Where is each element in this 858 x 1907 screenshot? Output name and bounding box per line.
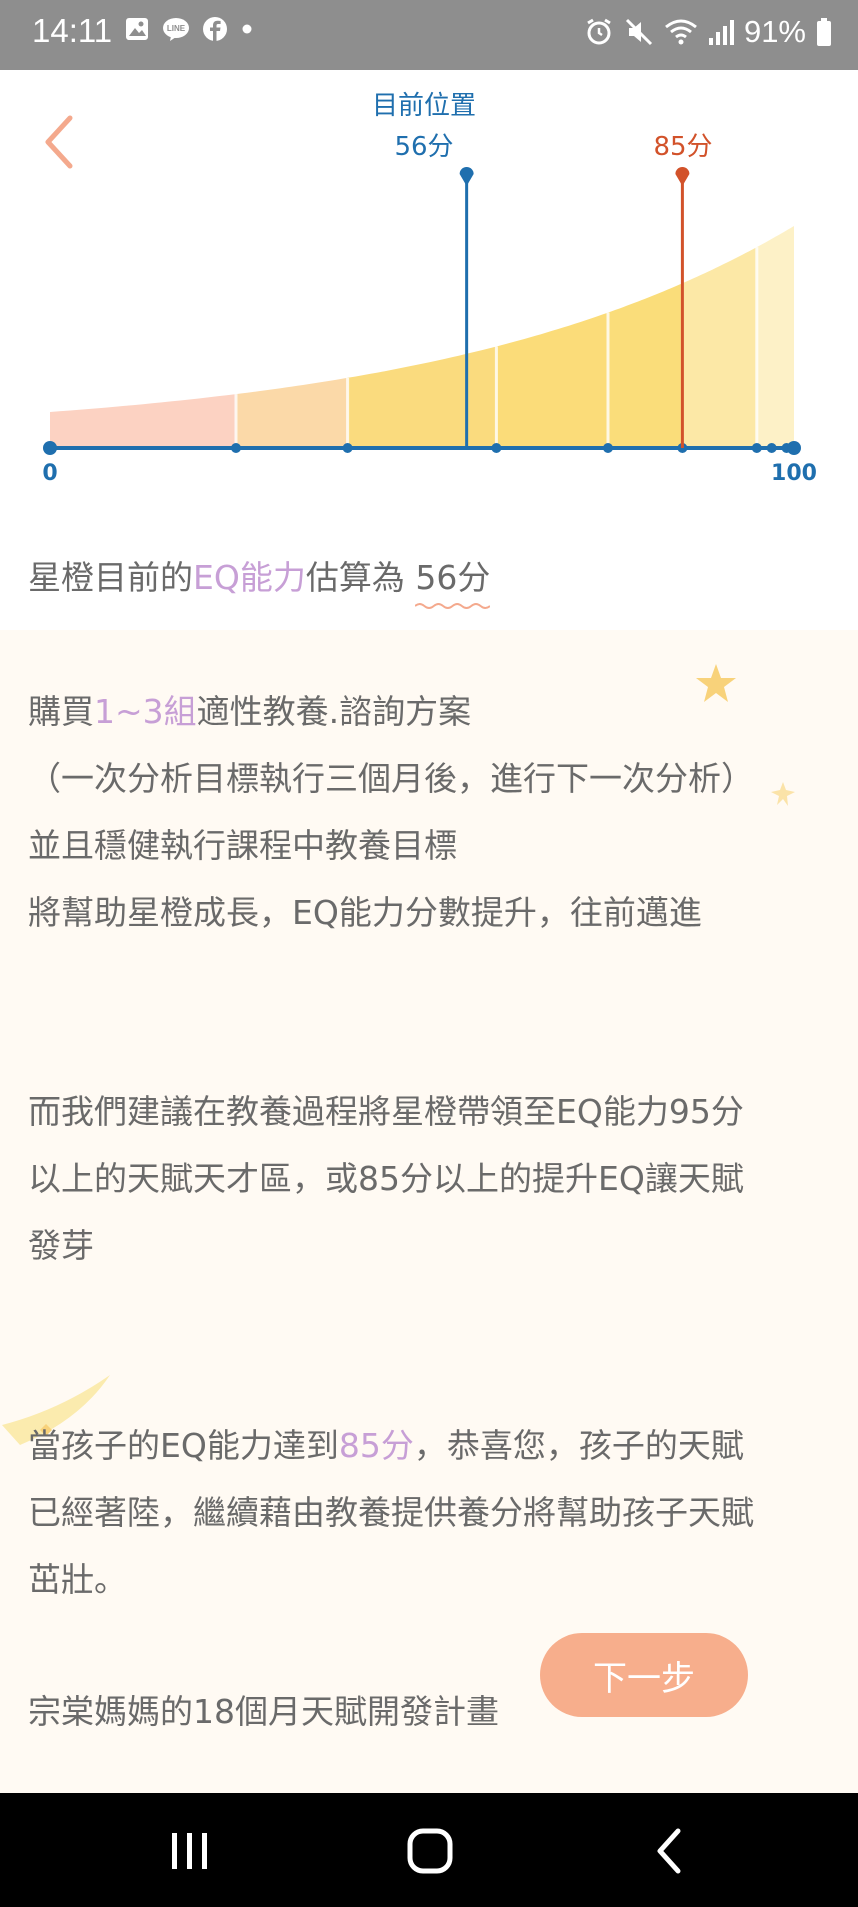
- marker-pin-icon: [675, 167, 690, 186]
- axis-min-label: 0: [42, 461, 57, 486]
- eq-score-value: 56分: [415, 558, 491, 609]
- battery-icon: [817, 18, 831, 46]
- eq-estimate-text: 星橙目前的EQ能力估算為 56分: [28, 544, 491, 611]
- signal-icon: [708, 20, 734, 45]
- squiggle-underline: [415, 603, 491, 609]
- plan-title-text: 宗棠媽媽的18個月天賦開發計畫: [28, 1678, 499, 1745]
- recent-apps-icon[interactable]: [160, 1823, 220, 1879]
- facebook-icon: [203, 17, 227, 41]
- plan-line-4: 將幫助星橙成長，EQ能力分數提升，往前邁進: [28, 893, 702, 932]
- plan-title-line: 宗棠媽媽的18個月天賦開發計畫: [28, 1692, 499, 1731]
- chart-area-segment: [50, 394, 236, 448]
- plan-paragraph: 購買1~3組適性教養.諮詢方案 （一次分析目標執行三個月後，進行下一次分析） 並…: [28, 678, 754, 946]
- plan-line-2: （一次分析目標執行三個月後，進行下一次分析）: [28, 759, 754, 798]
- notification-icons: LINE: [124, 16, 254, 42]
- next-step-button[interactable]: 下一步: [540, 1633, 748, 1717]
- system-icons: 91%: [584, 14, 832, 50]
- target-score-label: 85分: [653, 132, 712, 162]
- current-score-label: 56分: [394, 132, 453, 162]
- image-icon: [126, 18, 148, 40]
- chart-area-segment: [347, 346, 497, 448]
- chart-area-segment: [496, 312, 608, 448]
- line-icon: LINE: [163, 18, 189, 41]
- axis-max-label: 100: [771, 461, 817, 486]
- plan-highlight: 1~3組: [94, 692, 197, 731]
- chart-area-segment: [682, 247, 757, 448]
- dot-icon: [242, 24, 252, 34]
- alarm-icon: [587, 18, 611, 45]
- eq-estimate-prefix: 星橙目前的: [28, 558, 193, 597]
- recommendation-line-3: 發芽: [28, 1226, 94, 1265]
- eq-estimate-mid: 估算為: [305, 558, 416, 597]
- chart-axis-dot: [43, 441, 57, 455]
- plan-line-3: 並且穩健執行課程中教養目標: [28, 826, 457, 865]
- talent-line-2: 已經著陸，繼續藉由教養提供養分將幫助孩子天賦: [28, 1493, 754, 1532]
- chart-area-segment: [608, 283, 683, 448]
- chart-axis-dot: [491, 443, 502, 453]
- chart-axis-dot: [787, 441, 801, 455]
- system-nav-bar: [0, 1793, 858, 1907]
- svg-text:LINE: LINE: [167, 24, 186, 33]
- recommendation-paragraph: 而我們建議在教養過程將星橙帶領至EQ能力95分 以上的天賦天才區，或85分以上的…: [28, 1078, 744, 1279]
- current-position-label: 目前位置: [372, 91, 476, 121]
- back-icon[interactable]: [640, 1823, 700, 1879]
- battery-percent: 91%: [743, 14, 806, 49]
- app-content: 0 100 目前位置 56分 85分 星橙目前的EQ能力估算為 56分 購買1~…: [0, 70, 858, 1793]
- talent-line-3: 茁壯。: [28, 1560, 127, 1599]
- mute-icon: [625, 18, 653, 46]
- chart-axis-dot: [766, 443, 777, 453]
- recommendation-line-2: 以上的天賦天才區，或85分以上的提升EQ讓天賦: [28, 1159, 744, 1198]
- marker-pin-icon: [459, 167, 474, 186]
- chart-axis-dot: [603, 443, 613, 453]
- chart-area-segment: [756, 226, 794, 448]
- star-decoration-icon: [771, 782, 795, 806]
- wifi-icon: [665, 19, 697, 45]
- talent-highlight: 85分: [338, 1426, 414, 1465]
- chart-axis-dot: [751, 443, 762, 453]
- recommendation-line-1: 而我們建議在教養過程將星橙帶領至EQ能力95分: [28, 1092, 744, 1131]
- plan-line-1: 購買1~3組適性教養.諮詢方案: [28, 692, 472, 731]
- eq-highlight: EQ能力: [193, 558, 306, 597]
- talent-paragraph: 當孩子的EQ能力達到85分，恭喜您，孩子的天賦 已經著陸，繼續藉由教養提供養分將…: [28, 1412, 754, 1613]
- chart-axis-dot: [231, 443, 241, 453]
- chart-area-segment: [236, 377, 348, 448]
- status-bar: 14:11 LINE 91%: [0, 0, 858, 70]
- chart-axis-dot: [342, 443, 353, 453]
- status-time: 14:11: [32, 12, 113, 49]
- home-icon[interactable]: [400, 1823, 460, 1879]
- talent-line-1: 當孩子的EQ能力達到85分，恭喜您，孩子的天賦: [28, 1426, 744, 1465]
- eq-score-chart: 0 100 目前位置 56分 85分: [42, 91, 817, 486]
